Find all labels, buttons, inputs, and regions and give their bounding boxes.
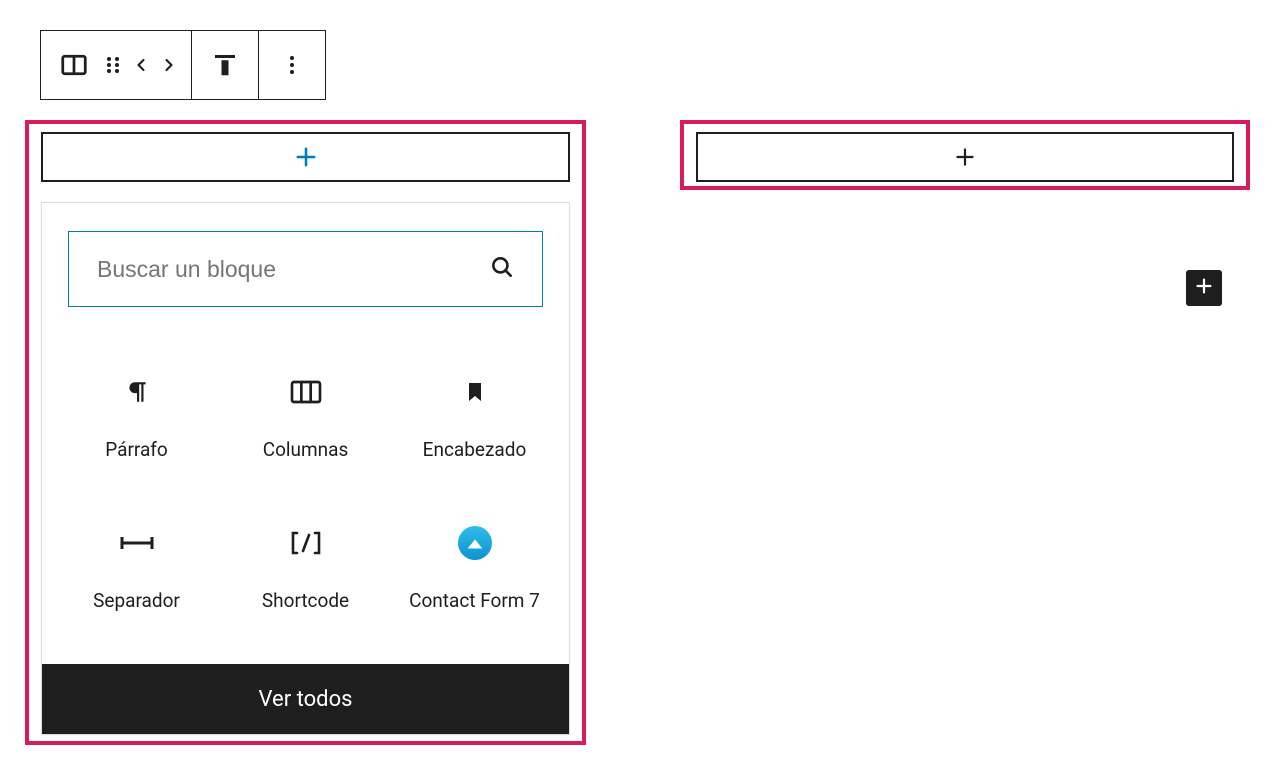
blocks-grid: Párrafo Columnas — [42, 323, 569, 664]
floating-add-button[interactable] — [1186, 270, 1222, 306]
chevron-left-icon — [131, 53, 151, 77]
columns3-icon — [290, 371, 322, 413]
block-label: Shortcode — [262, 588, 349, 614]
block-separator[interactable]: Separador — [52, 504, 221, 655]
browse-all-button[interactable]: Ver todos — [42, 664, 569, 734]
toolbar-group-block — [41, 31, 192, 99]
bookmark-icon — [463, 371, 487, 413]
move-left-button[interactable] — [127, 40, 155, 90]
block-heading[interactable]: Encabezado — [390, 353, 559, 504]
search-input[interactable] — [95, 255, 482, 284]
plus-icon — [1193, 275, 1215, 301]
block-label: Separador — [93, 588, 180, 614]
shortcode-icon — [289, 522, 323, 564]
block-contact-form-7[interactable]: Contact Form 7 — [390, 504, 559, 655]
columns-icon — [59, 50, 89, 80]
columns-block-button[interactable] — [49, 40, 99, 90]
browse-all-label: Ver todos — [259, 687, 353, 712]
pilcrow-icon — [124, 371, 150, 413]
search-wrap — [42, 203, 569, 323]
move-right-button[interactable] — [155, 40, 183, 90]
vertical-align-top-icon — [210, 50, 240, 80]
more-options-button[interactable] — [267, 40, 317, 90]
block-label: Encabezado — [423, 437, 527, 463]
block-toolbar — [40, 30, 326, 100]
block-label: Párrafo — [105, 437, 168, 463]
block-shortcode[interactable]: Shortcode — [221, 504, 390, 655]
plus-icon — [952, 144, 978, 170]
block-paragraph[interactable]: Párrafo — [52, 353, 221, 504]
block-appender-left[interactable] — [41, 132, 570, 182]
block-label: Columnas — [263, 437, 349, 463]
more-vertical-icon — [280, 53, 304, 77]
chevron-right-icon — [159, 53, 179, 77]
toolbar-group-more — [259, 31, 325, 99]
drag-handle-icon — [104, 53, 122, 77]
vertical-align-button[interactable] — [200, 40, 250, 90]
cf7-icon — [458, 522, 492, 564]
block-label: Contact Form 7 — [409, 588, 540, 614]
column-right-selected — [680, 120, 1250, 190]
drag-handle-button[interactable] — [99, 40, 127, 90]
toolbar-group-align — [192, 31, 259, 99]
quick-inserter-popover: Párrafo Columnas — [41, 202, 570, 735]
search-icon — [489, 254, 515, 284]
plus-icon — [292, 143, 320, 171]
block-columns[interactable]: Columnas — [221, 353, 390, 504]
search-field — [68, 231, 543, 307]
separator-icon — [119, 522, 155, 564]
search-button[interactable] — [482, 249, 522, 289]
column-left-selected: Párrafo Columnas — [25, 120, 586, 745]
block-appender-right[interactable] — [696, 132, 1234, 182]
